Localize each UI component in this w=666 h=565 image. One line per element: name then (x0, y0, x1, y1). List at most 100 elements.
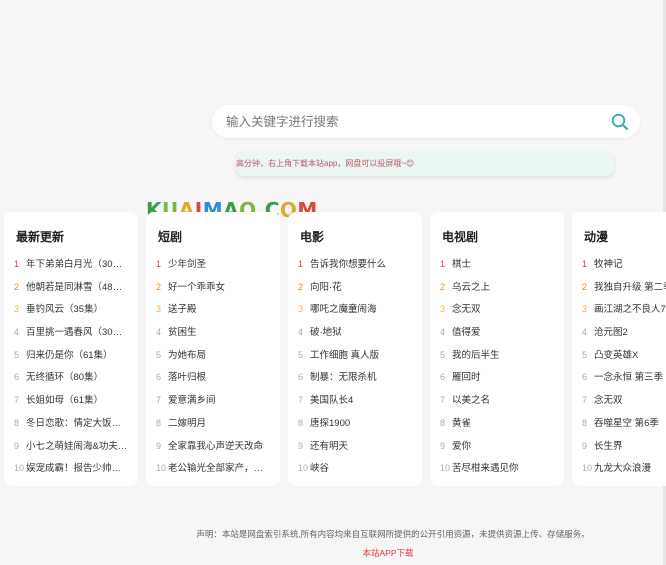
list-item[interactable]: 9 小七之萌娃闹海&功夫… (14, 439, 134, 462)
list-item[interactable]: 6 落叶归根 (156, 370, 276, 393)
list-item[interactable]: 8 黄雀 (440, 416, 560, 439)
list-item[interactable]: 7 以美之名 (440, 393, 560, 416)
item-title: 爱意满乡间 (168, 395, 216, 407)
item-title: 以美之名 (452, 395, 491, 407)
item-title: 念无双 (452, 304, 481, 316)
item-title: 沧元图2 (594, 327, 628, 339)
rank-number: 10 (298, 463, 309, 474)
item-title: 小七之萌娃闹海&功夫… (26, 440, 128, 452)
list-item[interactable]: 9 长生界 (582, 439, 666, 462)
rank-number: 9 (298, 440, 304, 451)
list-item[interactable]: 3 垂钓风云（35集） (14, 302, 134, 325)
list-item[interactable]: 5 归来仍是你（61集） (14, 348, 134, 371)
list-item[interactable]: 8 唐探1900 (298, 416, 418, 439)
list-item[interactable]: 7 长姐如母（61集） (14, 393, 134, 416)
rank-number: 1 (14, 259, 20, 269)
list-item[interactable]: 10 九龙大众浪漫 (582, 461, 666, 484)
list-item[interactable]: 4 贫困生 (156, 325, 276, 348)
item-title: 全家靠我心声逆天改命 (168, 440, 264, 452)
rank-number: 6 (14, 372, 20, 383)
list-item[interactable]: 1 牧神记 (582, 257, 666, 280)
item-title: 我的后半生 (452, 349, 500, 361)
rank-number: 10 (14, 463, 25, 474)
list-item[interactable]: 2 我独自升级 第二季 (582, 280, 666, 303)
list-item[interactable]: 5 工作细胞 真人版 (298, 348, 418, 371)
item-title: 苦尽柑来遇见你 (452, 463, 519, 475)
list-item[interactable]: 2 他朝若是同淋雪（48… (14, 280, 134, 303)
card-title[interactable]: 电视剧 (442, 228, 478, 245)
item-title: 贫困生 (168, 327, 197, 339)
list-item[interactable]: 7 念无双 (582, 393, 666, 416)
list-item[interactable]: 4 值得爱 (440, 325, 560, 348)
item-title: 长生界 (594, 440, 623, 452)
list-item[interactable]: 8 吞噬星空 第6季 (582, 416, 666, 439)
rank-number: 9 (582, 440, 588, 451)
item-title: 棋士 (452, 259, 472, 270)
item-title: 值得爱 (452, 327, 481, 339)
list-item[interactable]: 4 百里挑一遇春风（30… (14, 325, 134, 348)
card-title[interactable]: 电影 (300, 228, 324, 245)
category-card: 电视剧 1 棋士 2 乌云之上 3 念无双 4 值得爱 5 我的后半生 6 雁回时 7 以美之名 8 黄雀 9 爱你… (430, 212, 564, 486)
card-title[interactable]: 最新更新 (16, 228, 64, 245)
rank-number: 1 (298, 259, 304, 269)
list-item[interactable]: 5 为她布局 (156, 348, 276, 371)
list-item[interactable]: 3 念无双 (440, 302, 560, 325)
list-item[interactable]: 8 冬日恋歌：情定大饭… (14, 416, 134, 439)
item-title: 送子殿 (168, 304, 197, 316)
category-card: 最新更新 1 年下弟弟白月光（30… 2 他朝若是同淋雪（48… 3 垂钓风云（35集） 4 百… (4, 212, 138, 486)
rank-number: 5 (440, 349, 446, 360)
list-item[interactable]: 1 年下弟弟白月光（30… (14, 257, 134, 280)
rank-number: 4 (156, 327, 162, 338)
list-item[interactable]: 4 破·地狱 (298, 325, 418, 348)
search-button[interactable] (610, 112, 630, 132)
list-item[interactable]: 1 少年剑圣 (156, 257, 276, 280)
list-item[interactable]: 10 苦尽柑来遇见你 (440, 461, 560, 484)
list-item[interactable]: 10 峡谷 (298, 461, 418, 484)
card-title[interactable]: 短剧 (158, 228, 182, 245)
list-item[interactable]: 5 我的后半生 (440, 348, 560, 371)
rank-number: 4 (14, 327, 20, 338)
item-title: 念无双 (594, 395, 623, 407)
list-item[interactable]: 3 画江湖之不良人7 (582, 302, 666, 325)
rank-number: 7 (298, 395, 304, 406)
item-title: 落叶归根 (168, 372, 207, 384)
search-input[interactable] (226, 111, 596, 132)
item-title: 老公输光全部家产，… (168, 463, 264, 475)
category-card: 短剧 1 少年剑圣 2 好一个乖乖女 3 送子殿 4 贫困生 5 为她布局 6 落叶归根 7 爱意满乡间 8 二… (146, 212, 280, 486)
list-item[interactable]: 10 娱宠成霸！报告少帅… (14, 461, 134, 484)
list-item[interactable]: 4 沧元图2 (582, 325, 666, 348)
list-item[interactable]: 9 爱你 (440, 439, 560, 462)
item-title: 二嫁明月 (168, 417, 207, 429)
app-download-link[interactable]: 本站APP下载 (0, 547, 666, 559)
list-item[interactable]: 1 棋士 (440, 257, 560, 280)
list-item[interactable]: 2 好一个乖乖女 (156, 280, 276, 303)
item-title: 我独自升级 第二季 (594, 281, 666, 293)
ranking-list: 1 少年剑圣 2 好一个乖乖女 3 送子殿 4 贫困生 5 为她布局 6 落叶归根 7 爱意满乡间 8 二嫁明… (156, 257, 276, 484)
rank-number: 3 (582, 304, 588, 315)
list-item[interactable]: 3 哪吒之魔童闹海 (298, 302, 418, 325)
list-item[interactable]: 6 一念永恒 第三季 (582, 370, 666, 393)
list-item[interactable]: 2 向阳·花 (298, 280, 418, 303)
list-item[interactable]: 2 乌云之上 (440, 280, 560, 303)
item-title: 长姐如母（61集） (26, 395, 104, 407)
list-item[interactable]: 9 全家靠我心声逆天改命 (156, 439, 276, 462)
list-item[interactable]: 1 告诉我你想要什么 (298, 257, 418, 280)
list-item[interactable]: 6 无终循环（80集） (14, 370, 134, 393)
item-title: 垂钓风云（35集） (26, 304, 104, 316)
list-item[interactable]: 10 老公输光全部家产，… (156, 461, 276, 484)
item-title: 年下弟弟白月光（30… (26, 259, 123, 270)
list-item[interactable]: 8 二嫁明月 (156, 416, 276, 439)
list-item[interactable]: 6 制暴：无限杀机 (298, 370, 418, 393)
rank-number: 9 (14, 440, 20, 451)
item-title: 黄雀 (452, 417, 472, 429)
item-title: 雁回时 (452, 372, 481, 384)
item-title: 峡谷 (310, 463, 330, 475)
card-title[interactable]: 动漫 (584, 228, 608, 245)
list-item[interactable]: 6 雁回时 (440, 370, 560, 393)
list-item[interactable]: 9 还有明天 (298, 439, 418, 462)
list-item[interactable]: 7 爱意满乡间 (156, 393, 276, 416)
list-item[interactable]: 5 凸变英雄X (582, 348, 666, 371)
list-item[interactable]: 3 送子殿 (156, 302, 276, 325)
list-item[interactable]: 7 美国队长4 (298, 393, 418, 416)
ranking-list: 1 牧神记 2 我独自升级 第二季 3 画江湖之不良人7 4 沧元图2 5 凸变英雄X 6 一念永恒 … (582, 257, 666, 484)
